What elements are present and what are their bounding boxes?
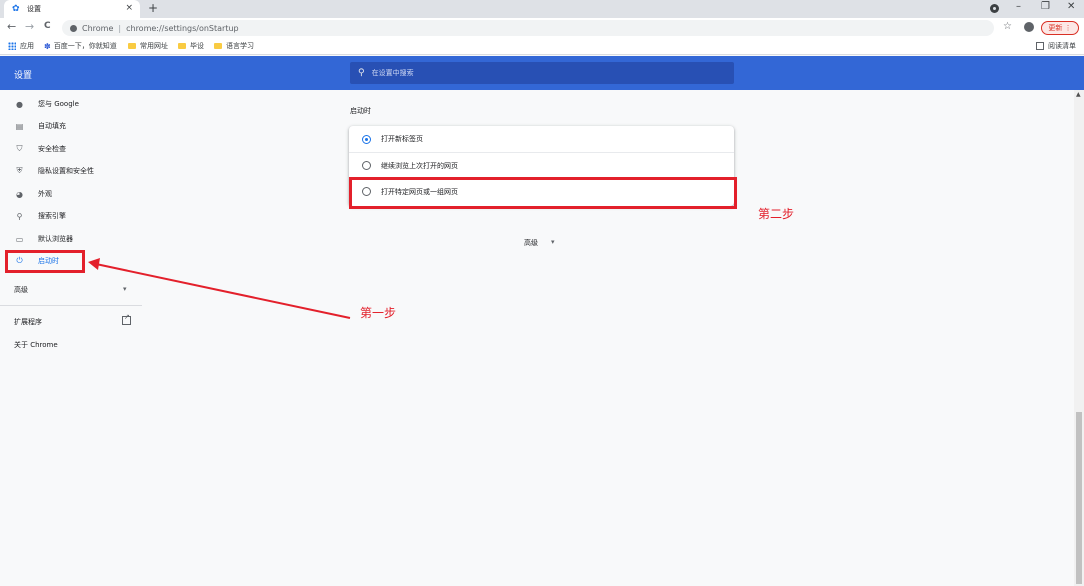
scroll-up-arrow-icon[interactable]: ▲ bbox=[1076, 91, 1081, 98]
annotation-step1: 第一步 bbox=[360, 306, 397, 320]
annotation-step2: 第二步 bbox=[758, 207, 795, 221]
annotation-arrow bbox=[88, 258, 351, 319]
scrollbar-thumb[interactable] bbox=[1076, 412, 1082, 584]
